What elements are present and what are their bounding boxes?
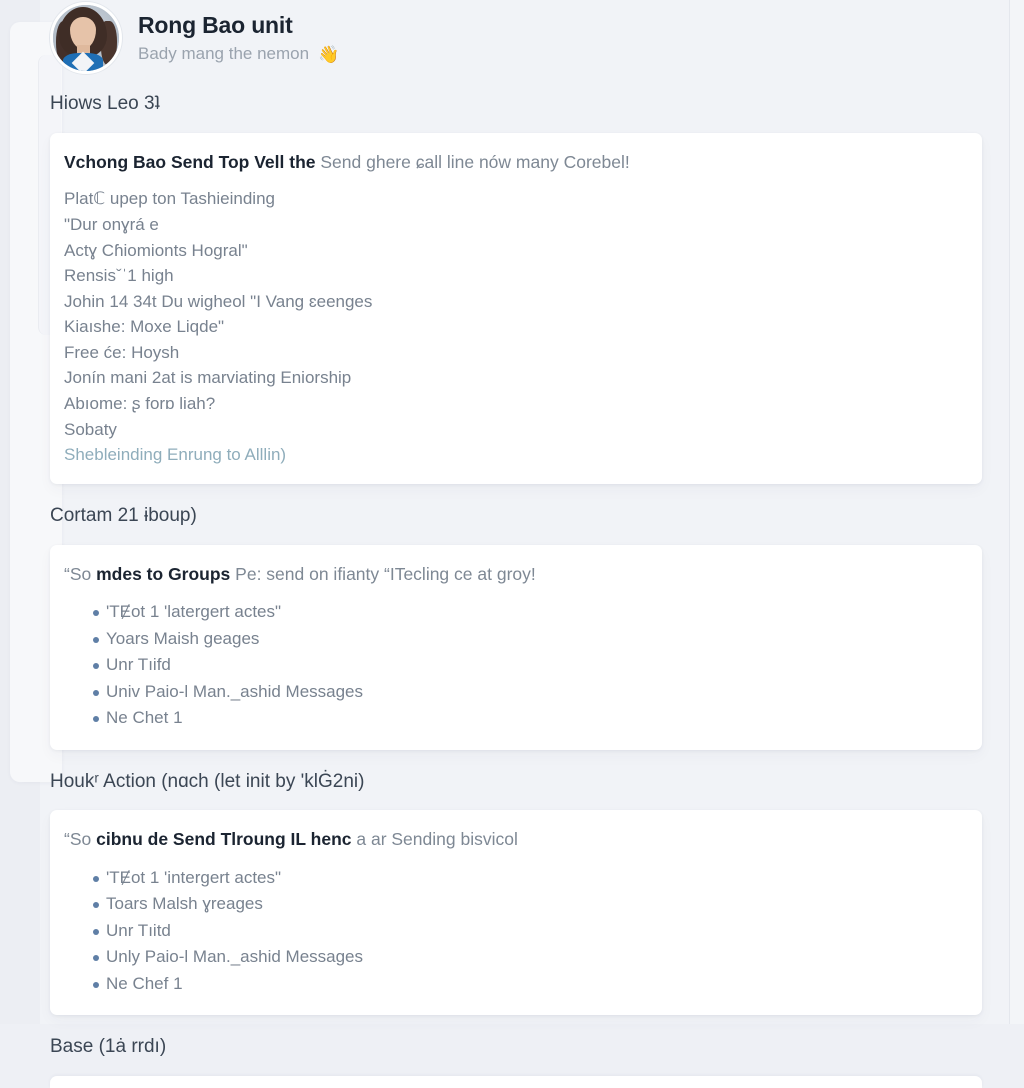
list-item: Unly Paio-l Man._ashid Messages (64, 944, 982, 971)
card-line-link[interactable]: Shebleinding Enrung to Alllin) (64, 442, 962, 468)
card-line: Sobaty (64, 419, 117, 439)
card-section-2: “So mdes to Groups Pe: send on ifianty “… (50, 544, 982, 750)
list-item: Yoars Maish ɡeages (64, 626, 982, 653)
card-lead-2: “So mdes to Groups Pe: send on ifianty “… (50, 563, 982, 587)
page-title: Rong Bao unit (138, 12, 293, 39)
card-line: Kiaıshe: Moxe Liqde" (64, 317, 225, 337)
card-lead-strong-2: mdes to Groups (96, 563, 231, 584)
profile-header: Rong Bao unit Bady mang the nemon 👋 (40, 0, 1008, 74)
card-lead-strong-1: Vchong Bao Send Top Vell the (64, 151, 316, 172)
avatar[interactable] (50, 2, 122, 74)
list-item: Unr Tıitd (64, 918, 982, 945)
header-subtitle: Bady mang the nemon (138, 43, 310, 63)
content-column: Rong Bao unit Bady mang the nemon 👋 Hiow… (40, 0, 1008, 1088)
card-lead-prefix-2: “So (64, 563, 97, 584)
card-line: Free će: Hoysh (64, 342, 180, 362)
list-item: 'TɆot 1 'latergert actes" (64, 599, 982, 626)
card-line: Actɣ Cɦiomionts Hogral" (64, 240, 248, 260)
list-item: Ne Chet 1 (64, 705, 982, 732)
section-heading-3: Houkʳ Action (nɑch (let init by 'klĠ2ni) (50, 770, 365, 792)
bullet-list-2: 'TɆot 1 'latergert actes" Yoars Maish ɡe… (50, 599, 982, 732)
right-edge-divider (1009, 0, 1010, 1024)
left-rail (0, 0, 62, 1024)
list-item: 'TɆot 1 'intergert actes" (64, 865, 982, 892)
card-lead-prefix-3: “So (64, 829, 97, 850)
card-lead-rest-2: Pe: send on ifianty “ITecling ce at groy… (230, 563, 536, 584)
card-section-4-partial (50, 1076, 982, 1088)
section-heading-2: Cortam 21 ɨboup) (50, 504, 197, 526)
bullet-list-3: 'TɆot 1 'intergert actes" Toars Malsh ɣr… (50, 865, 982, 998)
section-heading-4: Base (1ȧ rrdı) (50, 1036, 167, 1058)
waving-hand-icon: 👋 (318, 44, 340, 64)
list-item: Ne Chef 1 (64, 971, 982, 998)
card-section-1: Vchong Bao Send Top Vell the Send ghere … (50, 132, 982, 484)
header-text-block: Rong Bao unit Bady mang the nemon 👋 (138, 12, 339, 64)
card-section-3: “So cibnu de Send Tlroung IL henc a ar S… (50, 810, 982, 1016)
card-line: Platℂ upep ton Tashieinding (64, 189, 275, 209)
card-line: Johin 14 34t Du wigheol "I Vang ɛeenges (64, 291, 373, 311)
card-lead-rest-1: Send ghere ɕall line nów many Corebel! (315, 151, 630, 172)
card-line: "Dur onɣrá e (64, 214, 159, 234)
card-line: Abıome: ʂ forɒ liah? (64, 394, 216, 414)
card-line: Jonín mani 2at is marviating Eniorship (64, 368, 352, 388)
header-subtitle-row: Bady mang the nemon 👋 (138, 43, 339, 64)
section-heading-1: Hiows Leo 3ʇ (50, 93, 160, 114)
card-lines-1: Platℂ upep ton Tashieinding "Dur onɣrá e… (50, 186, 982, 468)
app-shell: Rong Bao unit Bady mang the nemon 👋 Hiow… (0, 0, 1024, 1088)
list-item: Unr Tıifd (64, 652, 982, 679)
card-lead-1: Vchong Bao Send Top Vell the Send ghere … (50, 151, 982, 175)
card-lead-rest-3: a ar Sending bisvicol (351, 829, 518, 850)
card-lead-3: “So cibnu de Send Tlroung IL henc a ar S… (50, 828, 982, 852)
card-lead-strong-3: cibnu de Send Tlroung IL henc (96, 829, 352, 850)
list-item: Toars Malsh ɣreages (64, 891, 982, 918)
list-item: Univ Paio-l Man._ashid Messages (64, 679, 982, 706)
right-gutter (1010, 0, 1024, 1024)
card-line: Rensisˇˈ1 high (64, 266, 174, 286)
